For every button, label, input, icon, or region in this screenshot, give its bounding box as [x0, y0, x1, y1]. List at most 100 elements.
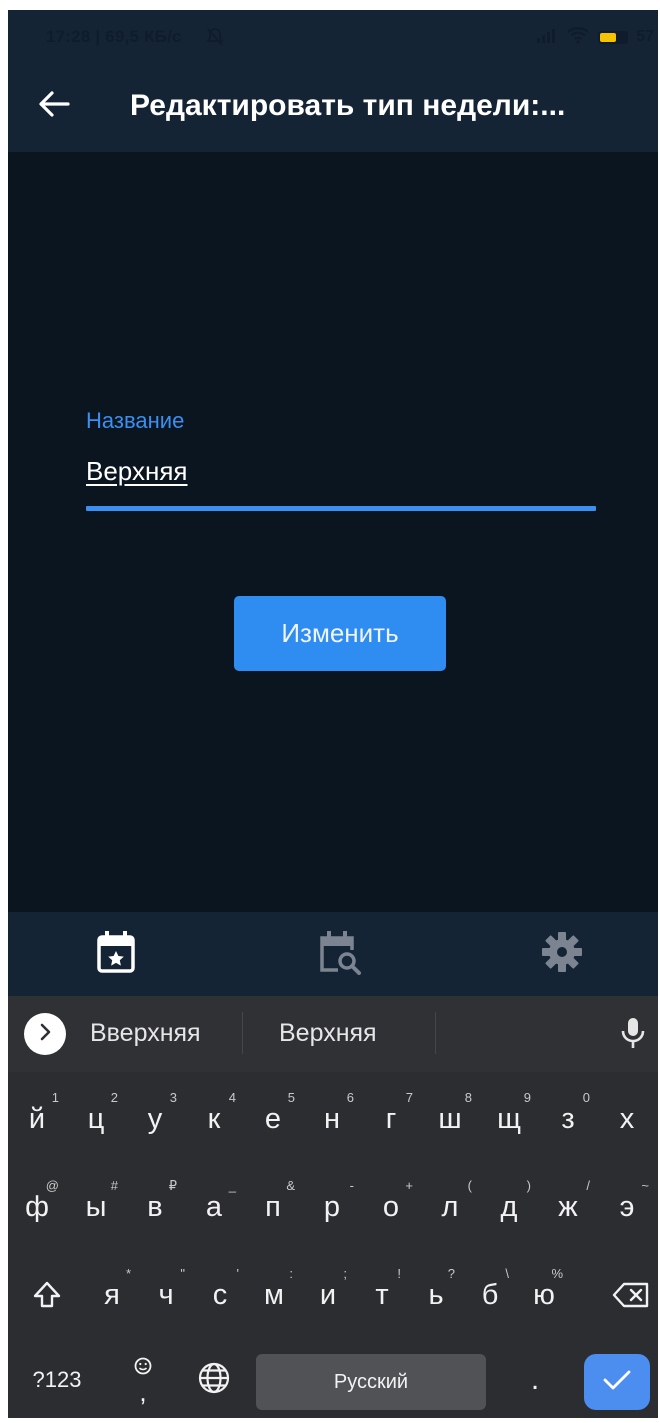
- key[interactable]: а _: [187, 1172, 241, 1242]
- expand-toolbar-button[interactable]: [24, 1013, 66, 1055]
- key-hint: %: [551, 1266, 563, 1281]
- key-hint: !: [397, 1266, 401, 1281]
- key[interactable]: у3: [128, 1084, 182, 1154]
- globe-icon: [197, 1361, 231, 1400]
- suggestion-2[interactable]: Верхняя: [279, 1019, 377, 1048]
- key-hint: 3: [169, 1090, 177, 1105]
- key[interactable]: з0: [541, 1084, 595, 1154]
- key-hint: 8: [464, 1090, 472, 1105]
- shift-key[interactable]: [22, 1262, 72, 1332]
- back-button[interactable]: [34, 86, 74, 126]
- key-label: ь: [428, 1278, 444, 1311]
- key[interactable]: э ~: [600, 1172, 654, 1242]
- key[interactable]: г7: [364, 1084, 418, 1154]
- key[interactable]: ж /: [541, 1172, 595, 1242]
- key-label: о: [382, 1190, 400, 1223]
- key-label: в: [147, 1190, 163, 1223]
- key-hint: ): [526, 1178, 531, 1193]
- key[interactable]: б \: [466, 1260, 514, 1330]
- arrow-left-icon: [38, 90, 70, 123]
- key-label: ш: [438, 1102, 462, 1135]
- key[interactable]: с ': [196, 1260, 244, 1330]
- key-label: э: [619, 1190, 635, 1223]
- symbols-key[interactable]: ?123: [22, 1350, 92, 1410]
- key-hint: ": [180, 1266, 185, 1281]
- key-hint: &: [286, 1178, 295, 1193]
- key-hint: (: [467, 1178, 472, 1193]
- chevron-right-icon: [38, 1023, 52, 1046]
- enter-key[interactable]: [584, 1354, 650, 1410]
- key-hint: :: [289, 1266, 293, 1281]
- nav-settings[interactable]: [538, 930, 586, 978]
- key-hint: ': [236, 1266, 239, 1281]
- key[interactable]: ю%: [520, 1260, 568, 1330]
- signal-icon: [536, 27, 558, 48]
- suggestion-1[interactable]: Вверхняя: [90, 1019, 201, 1048]
- key[interactable]: е5: [246, 1084, 300, 1154]
- emoji-comma-key[interactable]: ,: [118, 1346, 168, 1412]
- key[interactable]: ш8: [423, 1084, 477, 1154]
- page-title: Редактировать тип недели:...: [130, 89, 566, 122]
- key[interactable]: к4: [187, 1084, 241, 1154]
- language-key[interactable]: [184, 1350, 244, 1410]
- key-hint: 2: [110, 1090, 118, 1105]
- key[interactable]: ф @: [10, 1172, 64, 1242]
- key-label: п: [265, 1190, 281, 1223]
- key-label: л: [441, 1190, 459, 1223]
- key-label: н: [323, 1102, 340, 1135]
- name-field-input[interactable]: Верхняя: [86, 456, 188, 487]
- wifi-icon: [566, 26, 590, 49]
- key[interactable]: д): [482, 1172, 536, 1242]
- key-label: х: [619, 1102, 635, 1135]
- key[interactable]: х: [600, 1084, 654, 1154]
- key-label: ж: [558, 1190, 578, 1223]
- key-row-4: ?123 , Русский .: [8, 1342, 658, 1418]
- key[interactable]: й1: [10, 1084, 64, 1154]
- app-bar: Редактировать тип недели:...: [8, 66, 658, 152]
- microphone-button[interactable]: [620, 1016, 650, 1052]
- key[interactable]: ц2: [69, 1084, 123, 1154]
- key[interactable]: в ₽: [128, 1172, 182, 1242]
- key-label: т: [375, 1278, 389, 1311]
- key-label: з: [561, 1102, 575, 1135]
- calendar-search-icon: [318, 929, 362, 980]
- calendar-star-icon: [96, 930, 136, 979]
- key[interactable]: т!: [358, 1260, 406, 1330]
- key[interactable]: ы #: [69, 1172, 123, 1242]
- key[interactable]: о +: [364, 1172, 418, 1242]
- key[interactable]: п &: [246, 1172, 300, 1242]
- key-hint: ?: [447, 1266, 455, 1281]
- key[interactable]: м:: [250, 1260, 298, 1330]
- key[interactable]: н6: [305, 1084, 359, 1154]
- period-key[interactable]: .: [510, 1350, 560, 1410]
- space-key[interactable]: Русский: [256, 1354, 486, 1410]
- nav-calendar-star[interactable]: [92, 930, 140, 978]
- phone-screen: 17:28 | 69,5 КБ/с 57 Редактировать тип н…: [8, 10, 658, 1418]
- suggestion-bar: Вверхняя Верхняя: [8, 996, 658, 1072]
- key[interactable]: и;: [304, 1260, 352, 1330]
- key[interactable]: щ9: [482, 1084, 536, 1154]
- checkmark-icon: [602, 1368, 632, 1397]
- microphone-icon: [620, 1018, 646, 1056]
- key-hint: -: [349, 1178, 354, 1193]
- key-hint: 9: [523, 1090, 531, 1105]
- key-label: й: [28, 1102, 46, 1135]
- key-label: р: [323, 1190, 341, 1223]
- suggestion-divider: [242, 1012, 243, 1054]
- key-row-3: я * ч " с ' м: и; т! ь? б \ ю%: [8, 1254, 658, 1334]
- nav-calendar-search[interactable]: [316, 930, 364, 978]
- key[interactable]: я *: [88, 1260, 136, 1330]
- key-hint: 0: [582, 1090, 590, 1105]
- key-row-2: ф @ ы # в ₽ а _ п & р - о + л(д) ж / э ~: [8, 1166, 658, 1246]
- key-label: ц: [87, 1102, 105, 1135]
- key[interactable]: ь?: [412, 1260, 460, 1330]
- key-label: м: [264, 1278, 284, 1311]
- key[interactable]: р-: [305, 1172, 359, 1242]
- change-button[interactable]: Изменить: [234, 596, 446, 671]
- key[interactable]: л(: [423, 1172, 477, 1242]
- backspace-key[interactable]: [606, 1262, 656, 1332]
- key[interactable]: ч ": [142, 1260, 190, 1330]
- status-bar: 17:28 | 69,5 КБ/с 57: [8, 10, 658, 66]
- backspace-icon: [612, 1281, 650, 1314]
- key-label: ф: [25, 1190, 49, 1223]
